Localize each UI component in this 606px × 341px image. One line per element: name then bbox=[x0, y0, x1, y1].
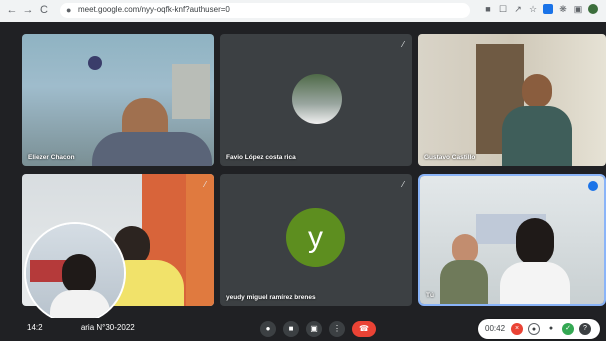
url-text: meet.google.com/nyy-oqfk-knf?authuser=0 bbox=[78, 5, 230, 14]
participant-tile-2[interactable]: ⁄ Favio López costa rica bbox=[220, 34, 412, 166]
wall-ornament bbox=[88, 56, 102, 70]
extension-icon[interactable] bbox=[543, 4, 553, 14]
toolbar-extensions: ■ ☐ ↗ ☆ ❋ ▣ bbox=[483, 4, 598, 14]
person-hair bbox=[516, 218, 554, 266]
avatar-initial: y bbox=[308, 221, 323, 254]
mic-toggle-icon[interactable]: ● bbox=[545, 323, 557, 335]
forward-icon[interactable]: → bbox=[22, 4, 34, 16]
person-shirt bbox=[92, 132, 212, 166]
person-shirt bbox=[502, 106, 572, 166]
back-icon[interactable]: ← bbox=[6, 4, 18, 16]
profile-avatar-icon[interactable] bbox=[588, 4, 598, 14]
profile-photo bbox=[292, 74, 342, 124]
shelf bbox=[172, 64, 210, 119]
participant-name: Favio López costa rica bbox=[226, 154, 296, 161]
stop-recording-icon[interactable]: × bbox=[511, 323, 523, 335]
confirm-icon[interactable]: ✓ bbox=[562, 323, 574, 335]
browser-toolbar: ← → C ● meet.google.com/nyy-oqfk-knf?aut… bbox=[0, 0, 606, 23]
help-icon[interactable]: ? bbox=[579, 323, 591, 335]
lock-icon: ● bbox=[66, 5, 72, 15]
participant-tile-1[interactable]: Eliezer Chacon bbox=[22, 34, 214, 166]
reload-icon[interactable]: C bbox=[38, 4, 50, 16]
more-options-button[interactable]: ⋮ bbox=[329, 321, 345, 337]
end-call-button[interactable]: ☎ bbox=[352, 321, 376, 337]
share-page-icon[interactable]: ↗ bbox=[513, 4, 523, 14]
sidebar-icon[interactable]: ▣ bbox=[573, 4, 583, 14]
address-bar[interactable]: ● meet.google.com/nyy-oqfk-knf?authuser=… bbox=[60, 3, 470, 18]
participant-name: Gustavo Castillo bbox=[424, 154, 476, 161]
recording-timer: 00:42 bbox=[485, 324, 506, 333]
pause-recording-icon[interactable]: ● bbox=[528, 323, 540, 335]
person-hair bbox=[62, 254, 96, 294]
mic-off-icon: ⁄ bbox=[402, 180, 404, 189]
orange-curtain-right bbox=[186, 174, 214, 306]
participant-name: Eliezer Chacon bbox=[28, 154, 75, 161]
person-shirt bbox=[440, 260, 488, 304]
self-view-bubble[interactable] bbox=[24, 222, 126, 324]
participant-tile-5[interactable]: y ⁄ yeudy miguel ramírez brenes bbox=[220, 174, 412, 306]
camera-permission-icon[interactable]: ■ bbox=[483, 4, 493, 14]
meeting-time: 14:2 aria N°30-2022 bbox=[27, 323, 135, 332]
present-button[interactable]: ▣ bbox=[306, 321, 322, 337]
puzzle-icon[interactable]: ❋ bbox=[558, 4, 568, 14]
recording-widget: 00:42 × ● ● ✓ ? bbox=[478, 319, 600, 339]
person-head bbox=[522, 74, 552, 108]
microphone-button[interactable]: ● bbox=[260, 321, 276, 337]
share-icon[interactable]: ☐ bbox=[498, 4, 508, 14]
participant-name: Tú bbox=[426, 292, 434, 299]
bookmark-star-icon[interactable]: ☆ bbox=[528, 4, 538, 14]
participant-tile-self[interactable]: Tú bbox=[418, 174, 606, 306]
person-shirt bbox=[500, 262, 570, 304]
mic-off-icon: ⁄ bbox=[204, 180, 206, 189]
participant-name: yeudy miguel ramírez brenes bbox=[226, 294, 316, 301]
audio-level-icon bbox=[588, 181, 598, 191]
mic-off-icon: ⁄ bbox=[402, 40, 404, 49]
initial-avatar: y bbox=[286, 208, 345, 267]
participant-tile-3[interactable]: Gustavo Castillo bbox=[418, 34, 606, 166]
camera-button[interactable]: ■ bbox=[283, 321, 299, 337]
